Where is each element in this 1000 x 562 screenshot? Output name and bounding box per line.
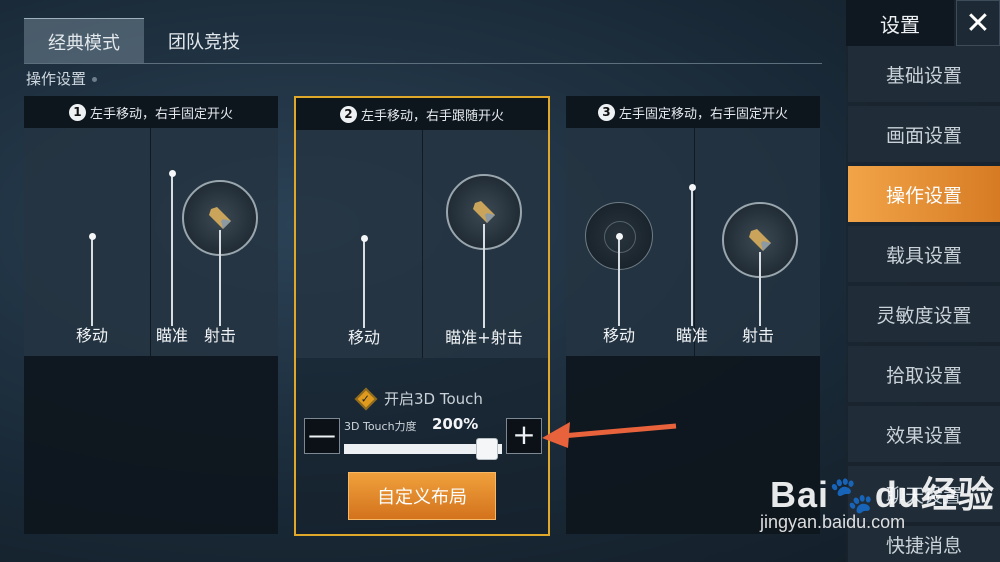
tab-divider — [24, 63, 822, 64]
layout-option-2[interactable]: 2 左手移动，右手跟随开火 移动 瞄准+射击 ✓ 开启3D Touch — 3D T… — [294, 96, 550, 536]
move-dot — [89, 233, 96, 240]
mode-tabs: 经典模式 团队竞技 — [24, 18, 264, 64]
aim-dot — [689, 184, 696, 191]
force-label: 3D Touch力度 — [344, 420, 417, 433]
shoot-line — [219, 230, 221, 326]
option-1-header: 1 左手移动，右手固定开火 — [24, 96, 278, 128]
decrease-button[interactable]: — — [304, 418, 340, 454]
tab-classic[interactable]: 经典模式 — [24, 18, 144, 64]
sidebar-item-basic[interactable]: 基础设置 — [848, 46, 1000, 102]
increase-button[interactable]: + — [506, 418, 542, 454]
move-dot — [361, 235, 368, 242]
bullet-icon — [749, 229, 771, 251]
option-number-badge: 2 — [339, 105, 357, 123]
force-slider[interactable] — [344, 438, 502, 460]
label-aim: 瞄准 — [675, 326, 709, 345]
sidebar-item-graphics[interactable]: 画面设置 — [848, 106, 1000, 162]
move-line — [91, 236, 93, 326]
option-2-header: 2 左手移动，右手跟随开火 — [296, 98, 548, 130]
layout-option-1[interactable]: 1 左手移动，右手固定开火 移动 瞄准 射击 — [24, 96, 278, 534]
option-number-badge: 1 — [68, 103, 86, 121]
3d-touch-label: 开启3D Touch — [384, 390, 483, 408]
sidebar-item-vehicle[interactable]: 载具设置 — [848, 226, 1000, 282]
sidebar-item-effects[interactable]: 效果设置 — [848, 406, 1000, 462]
section-dot — [92, 77, 98, 82]
option-number-badge: 3 — [597, 103, 615, 121]
option-3-header: 3 左手固定移动，右手固定开火 — [566, 96, 820, 128]
sidebar-item-sensitivity[interactable]: 灵敏度设置 — [848, 286, 1000, 342]
preview-divider — [422, 130, 423, 358]
sidebar-item-controls[interactable]: 操作设置 — [848, 166, 1000, 222]
option-1-title: 左手移动，右手固定开火 — [89, 106, 233, 122]
aim-line — [691, 188, 693, 326]
move-dot — [616, 233, 623, 240]
preview-divider — [150, 128, 151, 356]
watermark-url: jingyan.baidu.com — [760, 512, 906, 532]
slider-thumb[interactable] — [476, 438, 498, 460]
move-line — [363, 238, 365, 328]
force-value: 200% — [432, 415, 479, 433]
label-aim: 瞄准 — [155, 326, 189, 345]
move-line — [618, 236, 620, 326]
settings-title: 设置 — [846, 0, 954, 46]
sidebar-item-pickup[interactable]: 拾取设置 — [848, 346, 1000, 402]
bullet-icon — [473, 201, 495, 223]
shoot-line — [759, 252, 761, 326]
label-shoot: 射击 — [741, 326, 775, 345]
arrow-annotation — [542, 422, 677, 448]
label-move: 移动 — [75, 326, 109, 345]
label-shoot: 射击 — [203, 326, 237, 345]
custom-layout-button[interactable]: 自定义布局 — [348, 472, 496, 520]
aim-shoot-line — [483, 224, 485, 328]
watermark-logo: Bai🐾du经验 — [770, 474, 995, 515]
checkbox-icon[interactable]: ✓ — [354, 387, 378, 410]
option-3-title: 左手固定移动，右手固定开火 — [618, 106, 788, 122]
close-button[interactable]: ✕ — [956, 0, 1000, 46]
label-aim-shoot: 瞄准+射击 — [445, 328, 523, 347]
aim-line — [171, 174, 173, 326]
3d-touch-toggle[interactable]: ✓ 开启3D Touch — [354, 387, 483, 410]
checkmark-icon: ✓ — [361, 392, 371, 405]
option-1-footer — [24, 356, 278, 534]
aim-dot — [169, 170, 176, 177]
section-title-text: 操作设置 — [26, 70, 87, 88]
label-move: 移动 — [602, 326, 636, 345]
bullet-icon — [209, 207, 231, 229]
section-title: 操作设置 — [26, 68, 98, 89]
tab-team[interactable]: 团队竞技 — [144, 18, 264, 64]
option-2-title: 左手移动，右手跟随开火 — [360, 108, 504, 124]
label-move: 移动 — [347, 328, 381, 347]
